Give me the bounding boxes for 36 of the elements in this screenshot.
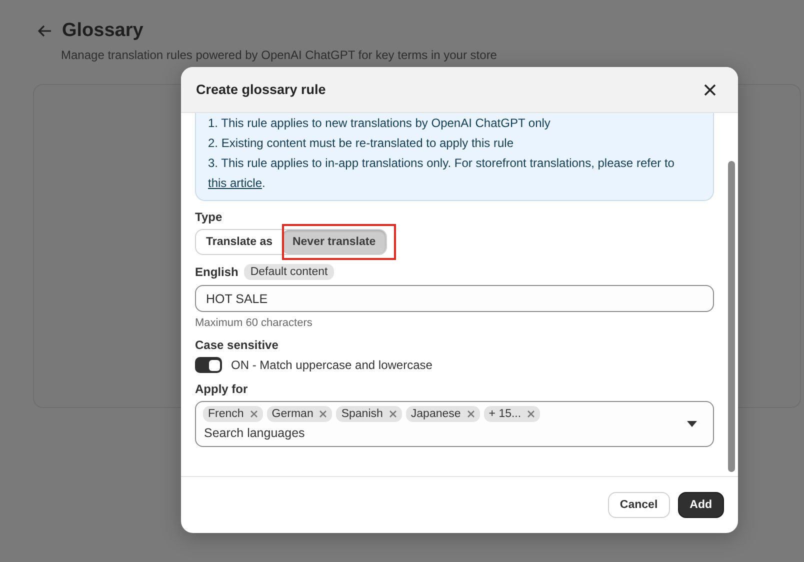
language-search-input[interactable]: Search languages: [203, 422, 505, 442]
tag-label: + 15...: [488, 408, 522, 420]
remove-icon[interactable]: [466, 410, 475, 418]
help-text: Maximum 60 characters: [195, 317, 314, 329]
field-label: English: [195, 265, 238, 279]
info-text: 2. Existing content must be re-translated to apply this rule: [208, 135, 514, 152]
term-input[interactable]: HOT SALE: [195, 285, 714, 312]
article-link[interactable]: this article: [208, 176, 262, 190]
type-option[interactable]: Translate as: [196, 230, 282, 254]
add-button[interactable]: Add: [678, 492, 724, 518]
scrollbar[interactable]: [728, 161, 735, 472]
default-content-badge: Default content: [244, 264, 334, 280]
field-label: Type: [195, 210, 224, 224]
tag-label: Japanese: [410, 408, 461, 420]
field-label: Case sensitive: [195, 338, 280, 352]
dialog-title: Create glossary rule: [196, 82, 326, 97]
remove-icon[interactable]: [388, 410, 397, 418]
tag-label: Spanish: [341, 408, 383, 420]
page-subtitle: Manage translation rules powered by OpenAI ChatGPT for key terms in your store: [61, 48, 498, 62]
language-select[interactable]: French German Spanish Japanese + 15... Search languages: [195, 401, 714, 447]
remove-icon[interactable]: [527, 410, 536, 418]
toggle-label: ON - Match uppercase and lowercase: [231, 358, 432, 372]
field-label: Apply for: [195, 382, 249, 396]
type-option[interactable]: Never translate: [282, 230, 386, 254]
cancel-button[interactable]: Cancel: [608, 492, 670, 518]
page-title: Glossary: [62, 20, 144, 42]
info-text: 3. This rule applies to in-app translations only. For storefront translations, please refer to this article.: [208, 155, 676, 192]
tag-label: French: [208, 408, 244, 420]
caret-icon[interactable]: [687, 421, 697, 427]
close-icon[interactable]: [704, 84, 716, 96]
toggle-switch[interactable]: [195, 357, 222, 373]
back-arrow-icon[interactable]: [38, 25, 52, 37]
info-text: 1. This rule applies to new translations by OpenAI ChatGPT only: [208, 115, 552, 132]
remove-icon[interactable]: [319, 410, 328, 418]
tag-label: German: [272, 408, 314, 420]
remove-icon[interactable]: [250, 410, 258, 418]
